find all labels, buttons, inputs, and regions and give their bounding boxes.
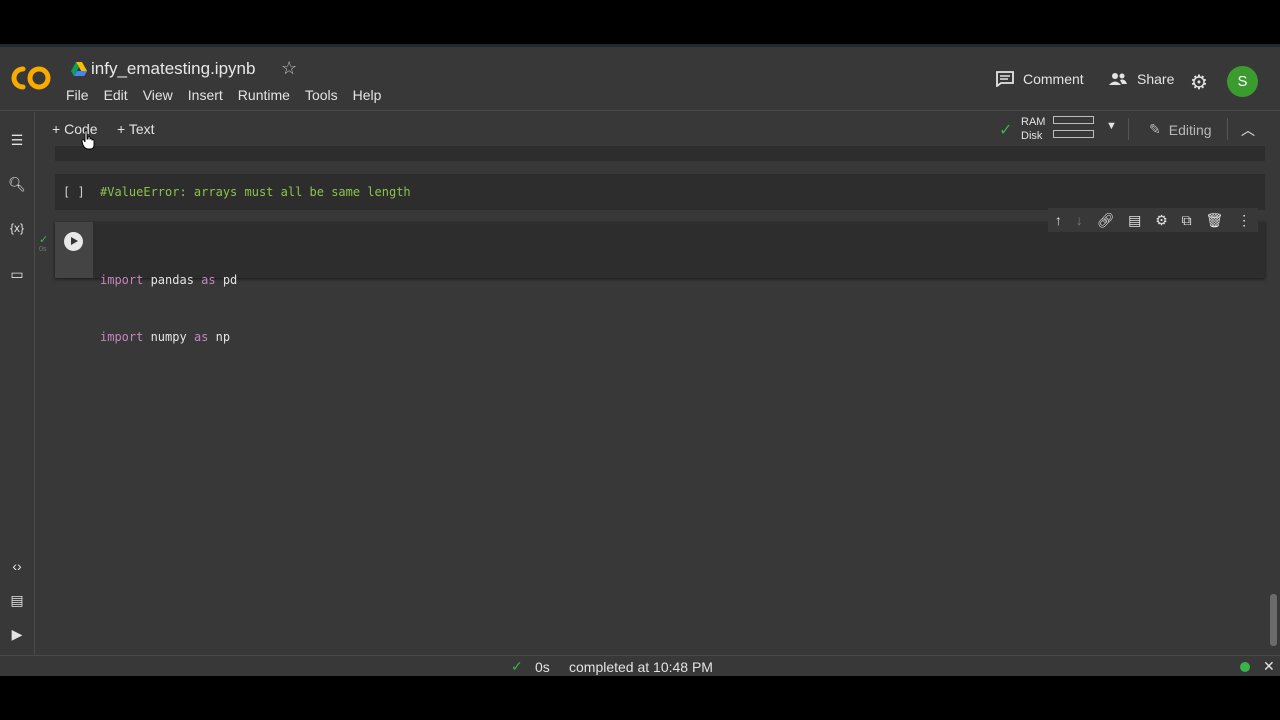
scrollbar-thumb[interactable]: [1270, 594, 1277, 646]
close-icon[interactable]: ✕: [1263, 658, 1275, 675]
plus-icon: +: [52, 121, 65, 137]
menu-file[interactable]: File: [66, 87, 89, 103]
status-duration: 0s: [535, 659, 550, 675]
comment-icon: [996, 71, 1014, 87]
keyword: as: [193, 330, 209, 344]
code-line: import numpy as np: [100, 328, 237, 347]
arrow-up-icon[interactable]: ↑: [1055, 212, 1062, 228]
folder-icon[interactable]: ▭: [8, 266, 26, 283]
variables-icon[interactable]: {x}: [8, 221, 26, 235]
star-icon[interactable]: ☆: [281, 58, 297, 79]
left-sidebar: ☰ 🔍︎ {x} ▭ ‹› ▤ ▶: [0, 112, 35, 655]
divider: [1128, 118, 1129, 140]
cell-toolbar: ↑ ↓ 🔗︎ ▤ ⚙ ⧉ 🗑︎ ⋮: [1048, 208, 1258, 232]
people-icon: [1109, 73, 1127, 85]
notebook-toolbar: + Code + Text ✓ RAM Disk ▼ ✎ Editing ︿: [35, 112, 1280, 146]
ram-usage-bar: [1053, 116, 1094, 124]
table-of-contents-icon[interactable]: ☰: [8, 132, 26, 149]
disk-label: Disk: [1021, 130, 1043, 142]
code-snippets-icon[interactable]: ‹›: [8, 558, 26, 574]
share-button[interactable]: Share: [1108, 71, 1174, 87]
module-name: numpy: [143, 330, 194, 344]
cell-prompt: [ ]: [63, 185, 85, 199]
alias: np: [208, 330, 231, 344]
menu-tools[interactable]: Tools: [305, 87, 338, 103]
pencil-icon: ✎: [1149, 121, 1161, 137]
module-name: pandas: [143, 273, 202, 287]
connected-check-icon: ✓: [999, 122, 1013, 139]
keyword: import: [100, 273, 144, 287]
menu-edit[interactable]: Edit: [104, 87, 128, 103]
cell-code-editor[interactable]: import pandas as pd import numpy as np: [100, 233, 237, 385]
chevron-up-icon[interactable]: ︿: [1241, 120, 1255, 140]
plus-icon: +: [117, 121, 129, 137]
command-palette-icon[interactable]: ▤: [8, 592, 26, 609]
add-text-label: Text: [128, 121, 155, 137]
status-bar: ✓ 0s completed at 10:48 PM ✕: [0, 655, 1280, 676]
more-vert-icon[interactable]: ⋮: [1237, 212, 1251, 229]
trash-icon[interactable]: 🗑︎: [1205, 212, 1223, 229]
editing-label: Editing: [1168, 121, 1212, 138]
ram-label: RAM: [1021, 116, 1046, 128]
colab-logo[interactable]: [10, 64, 52, 92]
code-cell-partial[interactable]: [55, 146, 1265, 161]
divider: [1227, 118, 1228, 140]
cell-gutter: [55, 222, 93, 278]
execution-check-icon: ✓: [39, 234, 49, 246]
menu-bar: File Edit View Insert Runtime Tools Help: [66, 87, 396, 103]
gear-icon[interactable]: ⚙: [1190, 70, 1208, 95]
comment-button[interactable]: Comment: [996, 71, 1084, 87]
code-cell[interactable]: [ ] #ValueError: arrays must all be same…: [55, 174, 1265, 210]
share-label: Share: [1137, 71, 1175, 87]
status-indicator: [1240, 662, 1250, 672]
cell-code[interactable]: #ValueError: arrays must all be same len…: [100, 185, 411, 199]
avatar[interactable]: S: [1227, 66, 1258, 97]
menu-view[interactable]: View: [143, 87, 173, 103]
header: infy_ematesting.ipynb ☆ File Edit View I…: [0, 47, 1280, 111]
alias: pd: [215, 273, 238, 287]
resource-monitor[interactable]: RAM Disk: [1021, 115, 1045, 143]
keyword: as: [201, 273, 216, 287]
link-icon[interactable]: 🔗︎: [1097, 212, 1115, 229]
status-check-icon: ✓: [511, 658, 523, 674]
gear-icon[interactable]: ⚙: [1155, 212, 1168, 229]
drive-icon: [71, 62, 87, 76]
execution-time: 0s: [39, 246, 47, 253]
menu-insert[interactable]: Insert: [188, 87, 223, 103]
mouse-pointer: [81, 130, 95, 150]
keyword: import: [100, 330, 144, 344]
arrow-down-icon[interactable]: ↓: [1076, 212, 1083, 228]
mirror-cell-icon[interactable]: ⧉: [1182, 212, 1192, 229]
code-line: import pandas as pd: [100, 271, 237, 290]
editing-mode-button[interactable]: ✎ Editing: [1149, 121, 1212, 138]
notebook-title[interactable]: infy_ematesting.ipynb: [91, 59, 255, 79]
search-icon[interactable]: 🔍︎: [8, 176, 26, 193]
menu-runtime[interactable]: Runtime: [238, 87, 290, 103]
run-cell-button[interactable]: [64, 232, 83, 251]
comment-icon[interactable]: ▤: [1128, 212, 1141, 229]
chevron-down-icon[interactable]: ▼: [1106, 120, 1117, 132]
status-message: completed at 10:48 PM: [569, 659, 713, 675]
disk-usage-bar: [1053, 130, 1094, 138]
terminal-icon[interactable]: ▶: [8, 626, 26, 643]
menu-help[interactable]: Help: [353, 87, 382, 103]
add-text-button[interactable]: + Text: [117, 121, 155, 137]
comment-label: Comment: [1023, 71, 1084, 87]
